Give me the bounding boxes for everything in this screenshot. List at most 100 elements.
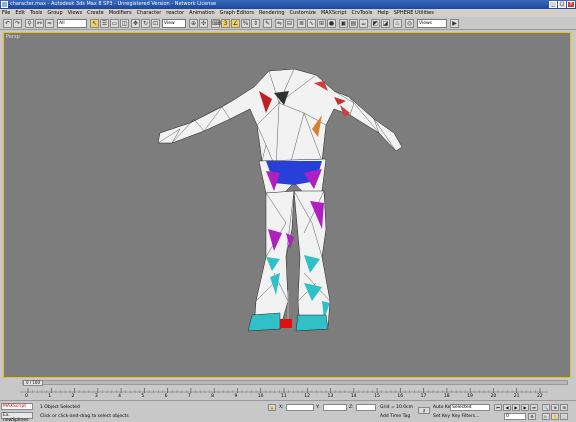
undo-icon[interactable]: ↶ — [3, 19, 12, 28]
menu-character[interactable]: Character — [137, 9, 162, 17]
next-frame-icon[interactable]: ▶ — [521, 404, 529, 411]
bind-spacewarp-icon[interactable]: ≈ — [45, 19, 54, 28]
set-key-button[interactable]: Set Key — [433, 414, 450, 420]
pan-view-icon[interactable]: ✋ — [551, 413, 559, 420]
key-mode-dropdown[interactable]: Selected — [450, 404, 490, 411]
go-to-start-icon[interactable]: ⏮ — [494, 404, 502, 411]
lock-selection-icon[interactable]: 🔒 — [268, 404, 276, 411]
zoom-all-icon[interactable]: ⊕ — [551, 404, 559, 411]
menu-rendering[interactable]: Rendering — [259, 9, 285, 17]
timeline-tick-label: 5 — [141, 394, 145, 399]
menu-reactor[interactable]: reactor — [166, 9, 184, 17]
menu-crvtools[interactable]: CrvTools — [351, 9, 372, 17]
render-frame-icon[interactable]: ▤ — [349, 19, 358, 28]
pivot-center-icon[interactable]: ⊕ — [189, 19, 198, 28]
arc-rotate-icon[interactable]: ◌ — [560, 413, 568, 420]
unlink-icon[interactable]: ⚯ — [35, 19, 44, 28]
render-production-icon[interactable]: ▶ — [450, 19, 459, 28]
region-select-icon[interactable]: ▭ — [110, 19, 119, 28]
zoom-icon[interactable]: 🔍 — [542, 404, 550, 411]
x-coordinate-field[interactable] — [286, 404, 314, 411]
menu-group[interactable]: Group — [47, 9, 62, 17]
y-label: Y: — [316, 405, 320, 410]
time-slider[interactable]: 0 / 100 — [22, 380, 568, 386]
mirror-icon[interactable]: ⇋ — [275, 19, 284, 28]
render-setup-icon[interactable]: ▣ — [339, 19, 348, 28]
angle-snap-icon[interactable]: ∠ — [231, 19, 240, 28]
menu-views[interactable]: Views — [68, 9, 82, 17]
current-frame-field[interactable]: 0 — [504, 413, 526, 420]
timeline-tick-label: 15 — [374, 394, 380, 399]
z-coordinate-field[interactable] — [356, 404, 376, 411]
timeline-tick-label: 18 — [443, 394, 450, 399]
select-move-icon[interactable]: ✥ — [131, 19, 140, 28]
align-icon[interactable]: ⊟ — [285, 19, 294, 28]
menu-file[interactable]: File — [2, 9, 10, 17]
timeline-tick-label: 19 — [467, 394, 473, 399]
menu-customize[interactable]: Customize — [290, 9, 316, 17]
perspective-viewport[interactable]: Persp — [3, 32, 571, 378]
timeline-tick-label: 16 — [397, 394, 404, 399]
timeline-tick-label: 13 — [327, 394, 334, 399]
maximize-button[interactable]: □ — [558, 1, 566, 8]
timeline-tick-label: 17 — [420, 394, 427, 399]
prompt-line: Click or click-and-drag to select object… — [40, 414, 129, 419]
keyboard-shortcut-icon[interactable]: ⌨ — [211, 19, 221, 28]
timeline-tick-label: 4 — [118, 394, 121, 399]
track-bar[interactable]: 0 1 2 3 4 5 6 7 8 9 10 11 12 13 14 15 16 17 18 19 20 21 22 — [20, 386, 548, 400]
zoom-extents-icon[interactable]: ⊞ — [560, 404, 568, 411]
percent-snap-icon[interactable]: % — [241, 19, 250, 28]
menu-modifiers[interactable]: Modifiers — [109, 9, 132, 17]
selection-filter-dropdown[interactable]: All — [57, 19, 87, 28]
select-link-icon[interactable]: ⚲ — [25, 19, 34, 28]
menu-maxscript[interactable]: MAXScript — [321, 9, 347, 17]
timeline-tick-label: 12 — [304, 394, 310, 399]
teapot-icon[interactable]: ♨ — [393, 19, 402, 28]
material-editor-icon[interactable]: ● — [327, 19, 336, 28]
selection-status: 1 Object Selected — [40, 405, 80, 410]
go-to-end-icon[interactable]: ⏭ — [530, 404, 538, 411]
maxscript-listener-logo[interactable]: MAXScript — [1, 403, 33, 410]
reference-coord-dropdown[interactable]: View — [162, 19, 186, 28]
timeline-tick-label: 3 — [94, 394, 98, 399]
manipulate-icon[interactable]: ✣ — [199, 19, 208, 28]
render-icon[interactable]: ◩ — [371, 19, 380, 28]
menu-help[interactable]: Help — [377, 9, 388, 17]
select-rotate-icon[interactable]: ↻ — [141, 19, 150, 28]
edit-named-selection-icon[interactable]: ✎ — [263, 19, 272, 28]
curve-editor-icon[interactable]: ∿ — [307, 19, 316, 28]
previous-frame-icon[interactable]: ◀ — [503, 404, 511, 411]
menu-sphere-utilities[interactable]: SPHERE Utilities — [394, 9, 434, 17]
window-title: character.max - Autodesk 3ds Max 8 SP3 -… — [10, 1, 217, 7]
timeline-tick-label: 14 — [350, 394, 357, 399]
y-coordinate-field[interactable] — [323, 404, 347, 411]
add-time-tag[interactable]: Add Time Tag — [380, 414, 410, 420]
menu-create[interactable]: Create — [87, 9, 104, 17]
close-button[interactable]: × — [567, 1, 575, 8]
named-selection-dropdown[interactable]: Views — [417, 19, 447, 28]
time-config-icon[interactable]: ⚙ — [528, 413, 536, 420]
schematic-view-icon[interactable]: ⊞ — [317, 19, 326, 28]
play-icon[interactable]: ▶ — [512, 404, 520, 411]
quick-render-icon[interactable]: ☕ — [359, 19, 368, 28]
menu-tools[interactable]: Tools — [30, 9, 42, 17]
layer-manager-icon[interactable]: ≣ — [297, 19, 306, 28]
minimize-button[interactable]: _ — [549, 1, 557, 8]
select-scale-icon[interactable]: ⊡ — [151, 19, 160, 28]
window-crossing-icon[interactable]: ◫ — [120, 19, 129, 28]
render-last-icon[interactable]: ◪ — [381, 19, 390, 28]
select-by-name-icon[interactable]: ☰ — [100, 19, 109, 28]
snap-toggle-icon[interactable]: 3 — [221, 19, 230, 28]
redo-icon[interactable]: ↷ — [13, 19, 22, 28]
character-model[interactable] — [4, 33, 570, 377]
environment-icon[interactable]: ◎ — [405, 19, 414, 28]
maxscript-mini-listener[interactable]: Ex. newSplines ▸ — [1, 412, 33, 422]
field-of-view-icon[interactable]: ▷ — [542, 413, 550, 420]
key-filters-button[interactable]: Key Filters... — [452, 414, 479, 420]
timeline-tick-label: 0 — [25, 394, 28, 399]
spinner-snap-icon[interactable]: ⇕ — [251, 19, 260, 28]
menu-graph-editors[interactable]: Graph Editors — [220, 9, 254, 17]
menu-animation[interactable]: Animation — [189, 9, 215, 17]
menu-edit[interactable]: Edit — [15, 9, 25, 17]
select-object-icon[interactable]: ↖ — [90, 19, 99, 28]
